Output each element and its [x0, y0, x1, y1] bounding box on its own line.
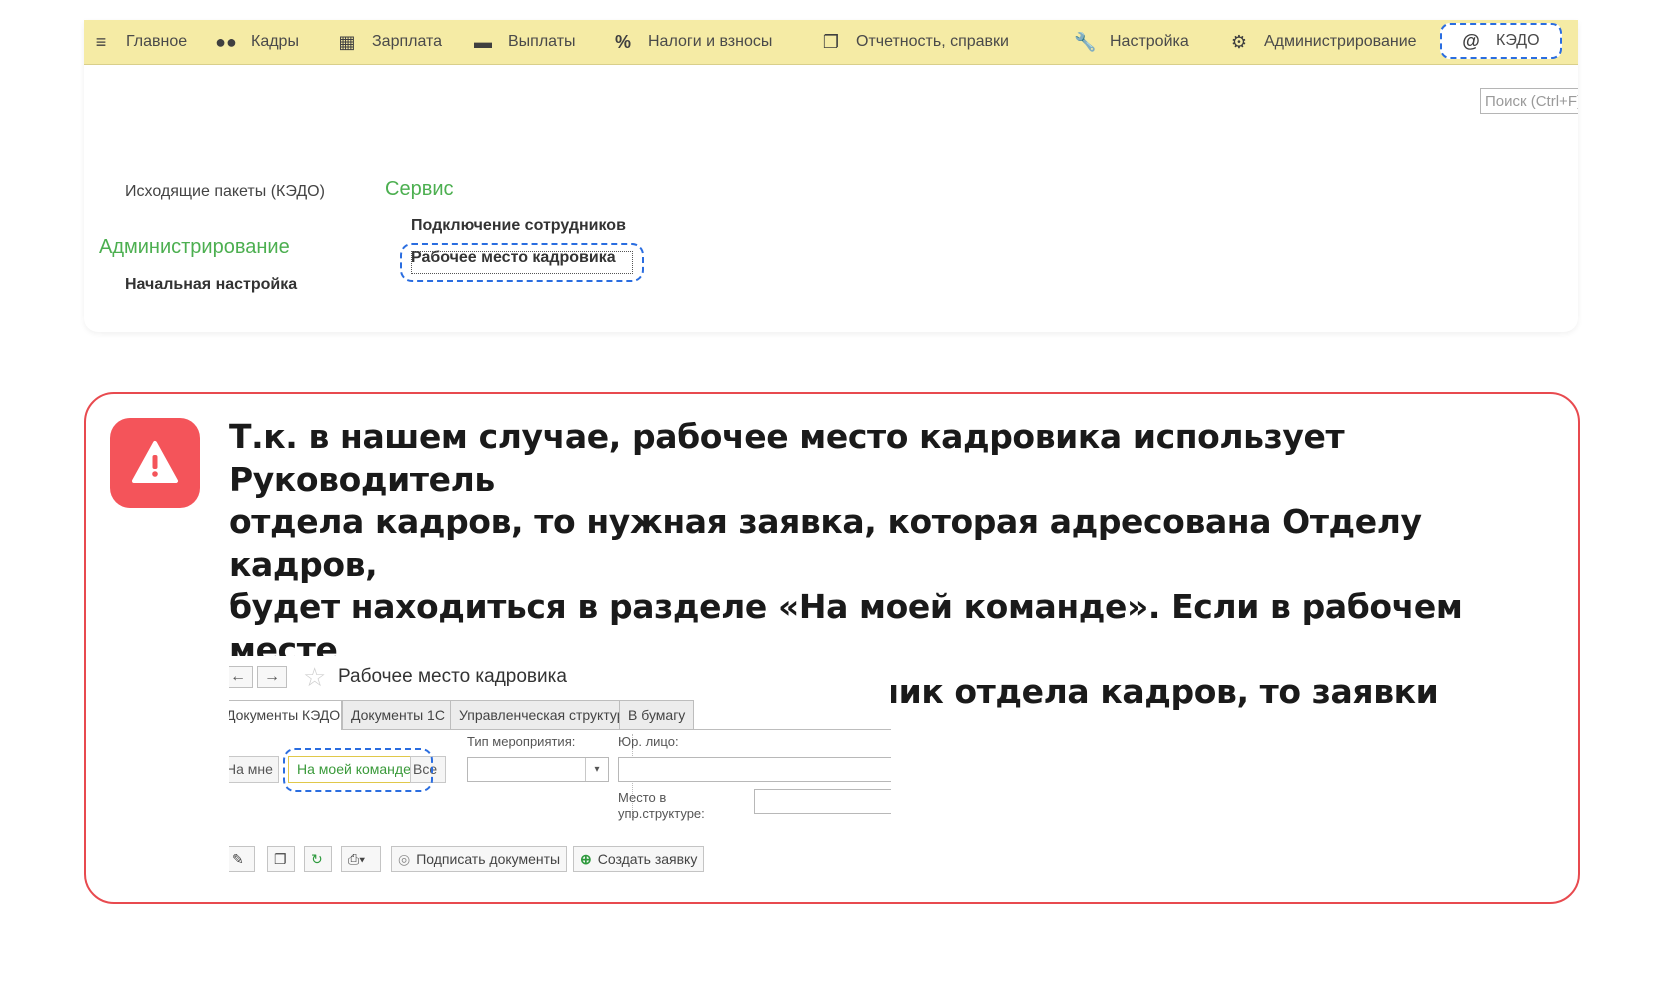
- menu-taxes[interactable]: % Налоги и взносы: [612, 20, 772, 64]
- tab-management-structure[interactable]: Управленческая структура: [450, 700, 642, 730]
- menu-main[interactable]: ≡ Главное: [90, 20, 187, 64]
- initial-setup-link[interactable]: Начальная настройка: [125, 276, 297, 294]
- menu-main-label: Главное: [126, 33, 188, 50]
- legal-entity-field[interactable]: [618, 757, 891, 782]
- outgoing-packages-link[interactable]: Исходящие пакеты (КЭДО): [125, 183, 325, 201]
- plus-icon: ⊕: [580, 851, 592, 867]
- menu-reports[interactable]: ❐ Отчетность, справки: [820, 20, 1009, 64]
- percent-icon: %: [614, 31, 631, 52]
- sign-icon: ◎: [398, 851, 411, 867]
- filter-on-me[interactable]: На мне: [229, 756, 279, 783]
- legal-entity-label: Юр. лицо:: [618, 734, 679, 749]
- tab-to-paper[interactable]: В бумагу: [619, 700, 695, 730]
- calculator-icon: ▦: [338, 31, 356, 52]
- hr-workplace-screenshot: ← → ☆ Рабочее место кадровика Документы …: [229, 656, 891, 874]
- warning-icon: [132, 441, 178, 483]
- chevron-down-icon[interactable]: ▾: [585, 758, 608, 781]
- tab-1c-documents[interactable]: Документы 1С: [342, 700, 454, 730]
- print-icon[interactable]: ⎙▾: [341, 846, 381, 872]
- at-icon: @: [1462, 30, 1480, 51]
- people-icon: ●●: [215, 31, 237, 52]
- gear-icon: ⚙: [1230, 31, 1248, 52]
- menu-taxes-label: Налоги и взносы: [648, 33, 773, 50]
- menu-payments-label: Выплаты: [508, 33, 576, 50]
- warning-badge: [110, 418, 200, 508]
- place-label-line1: Место в: [618, 790, 667, 805]
- wallet-icon: ▬: [474, 31, 492, 52]
- menu-reports-label: Отчетность, справки: [856, 33, 1009, 50]
- warning-line: Т.к. в нашем случае, рабочее место кадро…: [229, 417, 1345, 499]
- menu-settings[interactable]: 🔧 Настройка: [1074, 20, 1189, 64]
- main-menubar: ≡ Главное ●● Кадры ▦ Зарплата ▬ Выплаты …: [84, 20, 1578, 65]
- menu-admin-label: Администрирование: [1264, 33, 1417, 50]
- tab-kedo-documents-active[interactable]: Документы КЭДО: [229, 700, 342, 730]
- kedo-section-screenshot: ≡ Главное ●● Кадры ▦ Зарплата ▬ Выплаты …: [84, 20, 1578, 332]
- menu-kedo[interactable]: @ КЭДО: [1440, 23, 1562, 59]
- menu-settings-label: Настройка: [1110, 33, 1189, 50]
- menu-kedo-label: КЭДО: [1496, 32, 1540, 49]
- on-my-team-highlight: [283, 748, 433, 792]
- sign-documents-button[interactable]: ◎ Подписать документы: [391, 846, 568, 872]
- back-button[interactable]: ←: [229, 666, 253, 688]
- documents-icon: ❐: [822, 31, 840, 52]
- copy-icon[interactable]: ❐: [267, 846, 295, 872]
- place-label-line2: упр.структуре:: [618, 806, 705, 821]
- warning-line: отдела кадров, то нужная заявка, которая…: [229, 502, 1422, 584]
- connect-employees-link[interactable]: Подключение сотрудников: [411, 217, 626, 235]
- place-structure-field[interactable]: [754, 789, 891, 814]
- sign-documents-label: Подписать документы: [416, 851, 561, 867]
- refresh-icon[interactable]: ↻: [304, 846, 332, 872]
- mark-icon[interactable]: ✎: [229, 846, 255, 872]
- menu-payments[interactable]: ▬ Выплаты: [472, 20, 576, 64]
- menu-icon: ≡: [95, 31, 107, 52]
- service-section-title: Сервис: [385, 178, 454, 200]
- menu-salary-label: Зарплата: [372, 33, 443, 50]
- forward-button[interactable]: →: [257, 666, 287, 688]
- hr-workplace-focus: [411, 251, 633, 274]
- workplace-title: Рабочее место кадровика: [338, 666, 567, 687]
- create-request-label: Создать заявку: [597, 851, 698, 867]
- create-request-button[interactable]: ⊕ Создать заявку: [573, 846, 705, 872]
- admin-section-title: Администрирование: [99, 236, 290, 258]
- menu-salary[interactable]: ▦ Зарплата: [336, 20, 442, 64]
- event-type-select[interactable]: ▾: [467, 757, 609, 782]
- menu-staff-label: Кадры: [251, 33, 299, 50]
- wrench-icon: 🔧: [1074, 31, 1097, 52]
- menu-admin[interactable]: ⚙ Администрирование: [1228, 20, 1417, 64]
- favorite-star-icon[interactable]: ☆: [303, 662, 326, 693]
- menu-staff[interactable]: ●● Кадры: [215, 20, 299, 64]
- search-input[interactable]: Поиск (Ctrl+F): [1480, 88, 1578, 114]
- event-type-label: Тип мероприятия:: [467, 734, 576, 749]
